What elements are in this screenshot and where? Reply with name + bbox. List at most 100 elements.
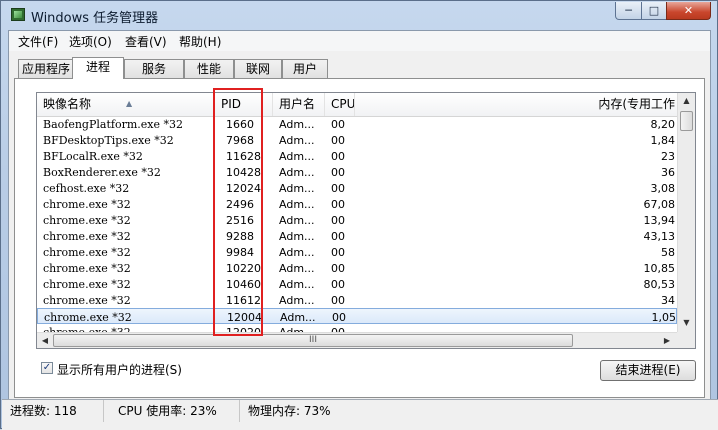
process-name-cell: chrome.exe *32 <box>43 278 131 291</box>
process-cpu-cell: 00 <box>331 166 345 179</box>
process-user-cell: Adm... <box>279 118 315 131</box>
scroll-right-icon[interactable]: ▶ <box>659 333 675 348</box>
task-manager-window: Windows 任务管理器 ─ □ ✕ 文件(F) 选项(O) 查看(V) 帮助… <box>0 0 718 430</box>
process-cpu-cell: 00 <box>331 278 345 291</box>
process-name-cell: chrome.exe *32 <box>43 262 131 275</box>
process-name-cell: chrome.exe *32 <box>43 214 131 227</box>
vertical-scrollbar[interactable]: ▲ ▼ <box>677 93 695 332</box>
table-row[interactable]: BFLocalR.exe *32 11628 Adm... 00 23 <box>37 148 677 164</box>
process-memory-cell: 10,85 <box>643 262 676 275</box>
menu-view[interactable]: 查看(V) <box>122 33 170 50</box>
tab-processes[interactable]: 进程 <box>72 57 124 79</box>
process-user-cell: Adm... <box>279 262 315 275</box>
table-row[interactable]: chrome.exe *32 10460 Adm... 00 80,53 <box>37 276 677 292</box>
column-image-name[interactable]: 映像名称 ▲ <box>37 93 215 116</box>
process-user-cell: Adm... <box>279 278 315 291</box>
maximize-button[interactable]: □ <box>641 2 667 20</box>
process-user-cell: Adm... <box>279 198 315 211</box>
table-row[interactable]: chrome.exe *32 2496 Adm... 00 67,08 <box>37 196 677 212</box>
tab-networking[interactable]: 联网 <box>234 59 282 78</box>
scroll-up-icon[interactable]: ▲ <box>679 93 694 109</box>
table-row[interactable]: BoxRenderer.exe *32 10428 Adm... 00 36 <box>37 164 677 180</box>
table-row[interactable]: chrome.exe *32 12004 Adm... 00 1,05 <box>37 308 677 324</box>
process-memory-cell: 1,05 <box>651 311 677 324</box>
table-row[interactable]: chrome.exe *32 9288 Adm... 00 43,13 <box>37 228 677 244</box>
column-cpu[interactable]: CPU <box>325 93 355 116</box>
tab-users[interactable]: 用户 <box>282 59 328 78</box>
status-process-count: 进程数: 118 <box>2 400 104 422</box>
process-name-cell: BFLocalR.exe *32 <box>43 150 143 163</box>
process-name-cell: BoxRenderer.exe *32 <box>43 166 161 179</box>
process-user-cell: Adm... <box>279 246 315 259</box>
menu-bar: 文件(F) 选项(O) 查看(V) 帮助(H) <box>9 31 710 51</box>
process-cpu-cell: 00 <box>331 150 345 163</box>
table-row[interactable]: cefhost.exe *32 12024 Adm... 00 3,08 <box>37 180 677 196</box>
table-row[interactable]: chrome.exe *32 9984 Adm... 00 58 <box>37 244 677 260</box>
process-name-cell: chrome.exe *32 <box>43 246 131 259</box>
process-user-cell: Adm... <box>279 294 315 307</box>
process-name-cell: cefhost.exe *32 <box>43 182 130 195</box>
menu-file[interactable]: 文件(F) <box>15 33 61 50</box>
process-memory-cell: 58 <box>661 246 675 259</box>
tab-applications[interactable]: 应用程序 <box>18 59 74 78</box>
process-cpu-cell: 00 <box>331 294 345 307</box>
process-cpu-cell: 00 <box>331 262 345 275</box>
table-row[interactable]: chrome.exe *32 2516 Adm... 00 13,94 <box>37 212 677 228</box>
processes-panel: 映像名称 ▲ PID 用户名 CPU 内存(专用工作 BaofengPlatfo… <box>14 78 705 398</box>
process-cpu-cell: 00 <box>331 182 345 195</box>
column-user-name[interactable]: 用户名 <box>273 93 325 116</box>
table-row[interactable]: chrome.exe *32 11612 Adm... 00 34 <box>37 292 677 308</box>
menu-help[interactable]: 帮助(H) <box>176 33 224 50</box>
vertical-scroll-thumb[interactable] <box>680 111 693 131</box>
status-physical-memory: 物理内存: 73% <box>248 404 331 418</box>
pid-column-highlight <box>213 88 263 336</box>
process-memory-cell: 13,94 <box>643 214 676 227</box>
process-cpu-cell: 00 <box>331 246 345 259</box>
process-user-cell: Adm... <box>279 166 315 179</box>
process-user-cell: Adm... <box>279 134 315 147</box>
process-user-cell: Adm... <box>279 230 315 243</box>
scroll-corner <box>677 332 695 348</box>
process-user-cell: Adm... <box>279 150 315 163</box>
process-memory-cell: 3,08 <box>650 182 676 195</box>
sort-ascending-icon: ▲ <box>126 99 133 108</box>
show-all-users-checkbox[interactable]: ✓ <box>41 362 53 374</box>
process-name-cell: BaofengPlatform.exe *32 <box>43 118 183 131</box>
process-list-header: 映像名称 ▲ PID 用户名 CPU 内存(专用工作 <box>37 93 677 117</box>
tab-services[interactable]: 服务 <box>124 59 184 78</box>
end-process-button[interactable]: 结束进程(E) <box>600 360 696 381</box>
process-list[interactable]: 映像名称 ▲ PID 用户名 CPU 内存(专用工作 BaofengPlatfo… <box>36 92 696 349</box>
process-name-cell: BFDesktopTips.exe *32 <box>43 134 174 147</box>
process-name-cell: chrome.exe *32 <box>43 198 131 211</box>
minimize-button[interactable]: ─ <box>615 2 642 20</box>
scroll-down-icon[interactable]: ▼ <box>679 315 694 331</box>
process-cpu-cell: 00 <box>331 118 345 131</box>
menu-options[interactable]: 选项(O) <box>66 33 115 50</box>
process-memory-cell: 80,53 <box>643 278 676 291</box>
table-row[interactable]: BaofengPlatform.exe *32 1660 Adm... 00 8,20 <box>37 116 677 132</box>
close-button[interactable]: ✕ <box>666 2 711 20</box>
process-memory-cell: 36 <box>661 166 675 179</box>
scroll-left-icon[interactable]: ◀ <box>37 333 53 348</box>
process-user-cell: Adm... <box>280 311 316 324</box>
process-memory-cell: 8,20 <box>650 118 676 131</box>
column-memory[interactable]: 内存(专用工作 <box>355 93 677 116</box>
process-cpu-cell: 00 <box>331 198 345 211</box>
process-name-cell: chrome.exe *32 <box>43 294 131 307</box>
horizontal-scrollbar[interactable]: ◀ III ▶ <box>37 332 677 348</box>
window-title: Windows 任务管理器 <box>31 11 159 26</box>
status-bar: 进程数: 118 CPU 使用率: 23% 物理内存: 73% <box>2 399 718 430</box>
table-row[interactable]: BFDesktopTips.exe *32 7968 Adm... 00 1,84 <box>37 132 677 148</box>
table-row[interactable]: chrome.exe *32 10220 Adm... 00 10,85 <box>37 260 677 276</box>
title-bar[interactable]: Windows 任务管理器 ─ □ ✕ <box>1 1 717 29</box>
process-memory-cell: 23 <box>661 150 675 163</box>
horizontal-scroll-thumb[interactable]: III <box>53 334 573 347</box>
process-user-cell: Adm... <box>279 182 315 195</box>
process-cpu-cell: 00 <box>331 134 345 147</box>
process-memory-cell: 1,84 <box>650 134 676 147</box>
show-all-users-label: 显示所有用户的进程(S) <box>57 363 182 377</box>
tab-performance[interactable]: 性能 <box>184 59 234 78</box>
process-user-cell: Adm... <box>279 214 315 227</box>
status-cpu-usage: CPU 使用率: 23% <box>110 400 240 422</box>
process-name-cell: chrome.exe *32 <box>44 311 132 324</box>
